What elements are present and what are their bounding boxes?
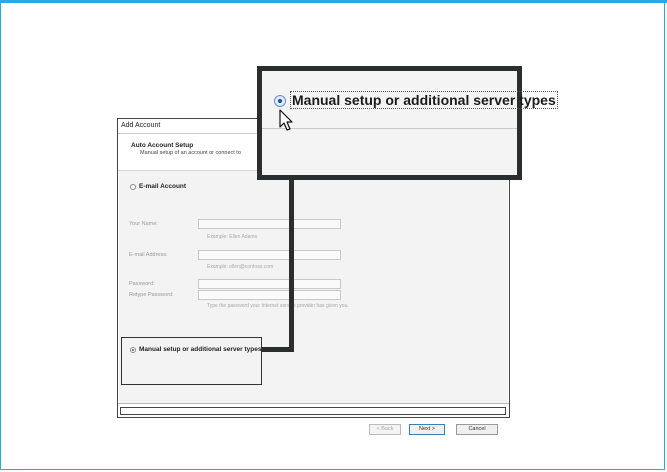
header-title: Auto Account Setup [131,142,194,149]
email-address-label: E-mail Address: [129,252,168,258]
footer-bar [120,407,506,415]
manual-setup-highlight [121,337,262,385]
zoom-manual-setup-radio[interactable] [274,95,286,107]
zoom-callout-content: Manual setup or additional server types [262,71,558,175]
your-name-field[interactable] [198,219,341,229]
your-name-label: Your Name: [129,221,158,227]
email-account-label: E-mail Account [139,183,187,190]
callout-connector-vertical [289,178,294,352]
zoom-callout: Manual setup or additional server types [257,66,558,180]
zoom-manual-setup-label: Manual setup or additional server types [290,91,558,109]
email-address-field[interactable] [198,250,341,260]
retype-password-field[interactable] [198,290,341,300]
footer-separator [118,403,509,404]
header-subtitle: Manual setup of an account or connect to [140,150,241,156]
password-hint: Type the password your Internet service … [207,303,349,309]
password-label: Password: [129,281,155,287]
back-button[interactable]: < Back [369,424,401,435]
email-address-hint: Example: ellen@contoso.com [207,264,274,270]
retype-password-label: Retype Password: [129,292,174,298]
email-account-radio[interactable] [130,184,136,190]
zoom-divider [262,128,517,129]
mouse-pointer-icon [279,109,293,131]
your-name-hint: Example: Ellen Adams [207,234,258,240]
cancel-button[interactable]: Cancel [456,424,498,435]
password-field[interactable] [198,279,341,289]
next-button[interactable]: Next > [409,424,445,435]
